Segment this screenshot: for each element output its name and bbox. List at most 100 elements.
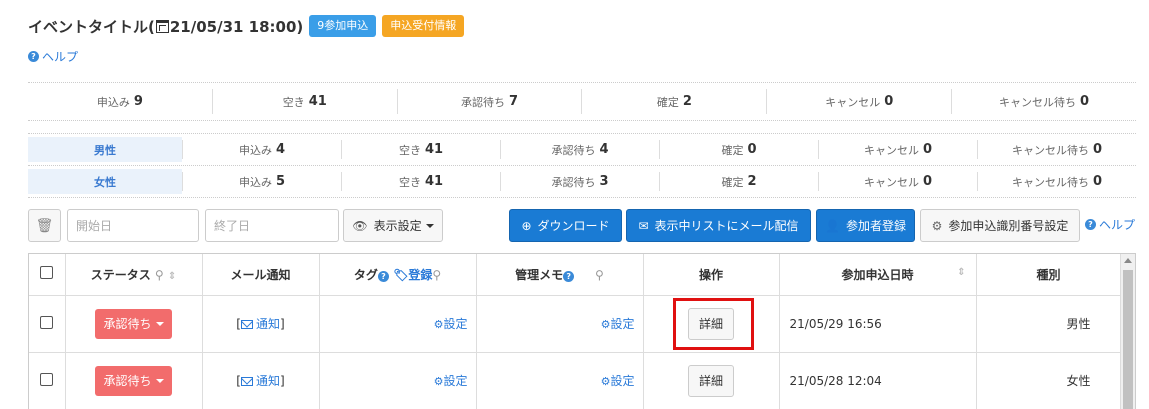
help-link[interactable]: ? ヘルプ [28, 48, 78, 65]
register-participant-label: 参加者登録 [845, 219, 906, 233]
stat-label: 承認待ち [461, 95, 506, 109]
summary-stats: 申込み 9 空き 41 承認待ち 7 確定 2 キャンセル 0 キャンセル待ち 0 [28, 82, 1136, 121]
stat-label: 申込み [96, 95, 130, 109]
help-link-label: ヘルプ [42, 50, 79, 64]
register-participant-button[interactable]: 👤 参加者登録 [816, 209, 915, 242]
toolbar-help-link[interactable]: ? ヘルプ [1085, 216, 1135, 233]
stat-label: 空き [398, 143, 421, 157]
stat-label: 空き [398, 175, 421, 189]
search-icon[interactable]: ⚲ [595, 268, 604, 282]
status-header[interactable]: ステータス ⚲ ⇕ [65, 254, 203, 296]
sort-icon[interactable]: ⇕ [957, 267, 965, 278]
tag-register-link[interactable]: 🏷登録 [393, 268, 432, 282]
memo-setting-link[interactable]: ⚙設定 [601, 374, 635, 388]
envelope-icon: ✉ [638, 218, 649, 233]
envelope-icon [240, 377, 253, 386]
tag-setting-link[interactable]: ⚙設定 [434, 317, 468, 331]
status-dropdown[interactable]: 承認待ち [95, 308, 172, 339]
tag-setting-link[interactable]: ⚙設定 [434, 374, 468, 388]
scroll-thumb[interactable] [1123, 270, 1133, 409]
start-date-input[interactable]: 開始日 [67, 209, 199, 242]
gender-stat: キャンセル待ち 0 [977, 172, 1136, 191]
chevron-down-icon [425, 223, 434, 228]
gender-label: 男性 [28, 137, 182, 162]
stat-value: 2 [747, 174, 757, 189]
stat-label: 申込み [238, 175, 272, 189]
select-all-checkbox[interactable] [40, 266, 54, 280]
gender-stat: 承認待ち 4 [500, 140, 659, 159]
stat-value: 0 [922, 142, 933, 157]
action-cell: 詳細 [643, 352, 780, 409]
row-checkbox[interactable] [40, 372, 54, 386]
status-header-label: ステータス [90, 267, 151, 282]
help-label: ヘルプ [1099, 218, 1136, 232]
type-cell: 女性 [976, 352, 1122, 409]
applied-at-header[interactable]: 参加申込日時 ⇕ [779, 254, 977, 296]
detail-button[interactable]: 詳細 [688, 364, 734, 397]
stat-value: 3 [599, 174, 609, 189]
envelope-icon [240, 320, 253, 329]
stat-label: キャンセル [863, 143, 919, 157]
gender-stat: 承認待ち 3 [500, 172, 659, 191]
display-settings-button[interactable]: 👁 表示設定 [343, 209, 443, 242]
stat-value: 7 [509, 94, 519, 109]
applied-at-cell: 21/05/29 16:56 [779, 295, 977, 353]
action-header: 操作 [643, 254, 780, 296]
tag-setting-label: 設定 [443, 317, 468, 331]
search-icon[interactable]: ⚲ [432, 268, 441, 282]
gear-icon: ⚙ [433, 318, 444, 331]
row-checkbox[interactable] [40, 315, 54, 329]
mail-list-button[interactable]: ✉ 表示中リストにメール配信 [626, 209, 811, 242]
applied-at-header-label: 参加申込日時 [841, 267, 914, 282]
status-dropdown[interactable]: 承認待ち [95, 365, 172, 396]
stat-label: キャンセル [825, 95, 881, 109]
gear-icon: ⚙ [931, 218, 943, 233]
gender-stat: キャンセル 0 [818, 172, 977, 191]
mail-header: メール通知 [202, 254, 320, 296]
detail-button[interactable]: 詳細 [688, 307, 734, 340]
application-info-badge[interactable]: 申込受付情報 [382, 15, 465, 37]
status-label: 承認待ち [103, 316, 152, 331]
vertical-scrollbar[interactable] [1120, 254, 1135, 409]
tag-cell: ⚙設定 [319, 352, 477, 409]
mail-cell: [通知] [202, 295, 320, 353]
gender-stat: キャンセル待ち 0 [977, 140, 1136, 159]
help-icon: ? [1085, 219, 1096, 230]
memo-cell: ⚙設定 [476, 352, 644, 409]
stat-value: 4 [599, 142, 609, 157]
download-button[interactable]: ⊕ ダウンロード [509, 209, 622, 242]
stat-confirmed: 確定 2 [582, 89, 768, 114]
memo-setting-link[interactable]: ⚙設定 [601, 317, 635, 331]
entries-badge[interactable]: 9参加申込 [309, 15, 377, 37]
display-settings-label: 表示設定 [373, 219, 422, 233]
stat-label: キャンセル [863, 175, 919, 189]
stat-value: 5 [275, 174, 286, 189]
notify-link[interactable]: 通知 [240, 374, 280, 388]
stat-label: 申込み [238, 143, 272, 157]
notify-label: 通知 [255, 374, 280, 388]
end-date-input[interactable]: 終了日 [205, 209, 339, 242]
gear-icon: ⚙ [433, 375, 444, 388]
help-icon: ? [28, 51, 39, 62]
sort-icon[interactable]: ⇕ [168, 271, 176, 282]
id-settings-button[interactable]: ⚙ 参加申込識別番号設定 [920, 209, 1080, 242]
help-icon[interactable]: ? [563, 270, 575, 282]
gender-stat: キャンセル 0 [818, 140, 977, 159]
table-row: 承認待ち [通知] ⚙設定 ⚙設定 詳細 21/05/29 16:56 男性 [29, 295, 1122, 353]
stat-pending: 承認待ち 7 [398, 89, 583, 114]
status-cell: 承認待ち [65, 295, 203, 353]
chevron-down-icon [155, 322, 164, 326]
delete-button[interactable]: 🗑 [28, 209, 61, 242]
notify-label: 通知 [255, 317, 280, 331]
notify-link[interactable]: 通知 [240, 317, 280, 331]
search-icon[interactable]: ⚲ [155, 268, 164, 282]
mail-list-label: 表示中リストにメール配信 [654, 219, 799, 233]
action-cell: 詳細 [643, 295, 780, 353]
event-datetime: 21/05/31 18:00) [169, 17, 304, 36]
tag-register-label: 登録 [408, 267, 433, 282]
chevron-down-icon [155, 379, 164, 383]
help-icon[interactable]: ? [377, 270, 389, 282]
gear-icon: ⚙ [600, 375, 611, 388]
scroll-up-arrow[interactable] [1124, 258, 1132, 263]
stat-label: キャンセル待ち [999, 95, 1077, 109]
